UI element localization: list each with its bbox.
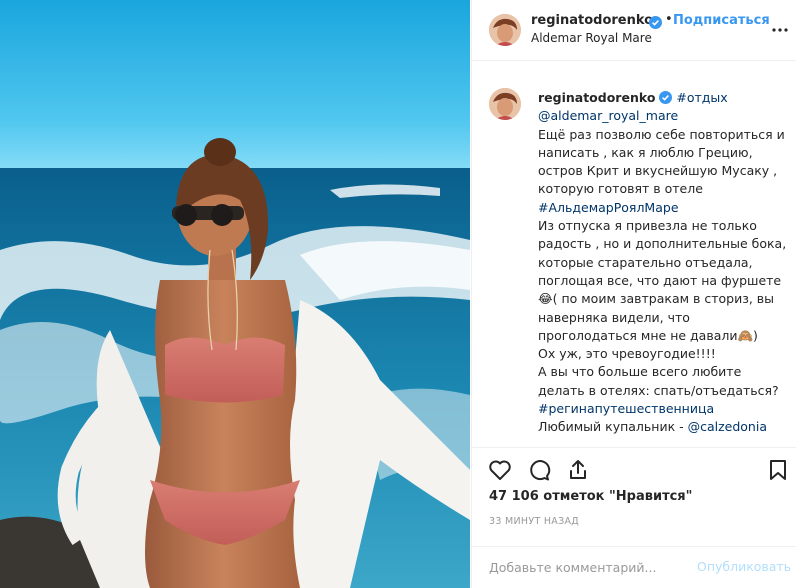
- verified-badge-icon: [649, 14, 662, 29]
- post-timestamp[interactable]: 33 МИНУТ НАЗАД: [489, 516, 579, 527]
- caption-avatar[interactable]: [489, 88, 521, 120]
- avatar[interactable]: [489, 14, 521, 46]
- comment-input[interactable]: [489, 557, 689, 577]
- caption-paragraph-3: Ох уж, это чревоугодие!!!!: [538, 346, 716, 362]
- separator-dot: •: [665, 12, 673, 27]
- mention-link-brand[interactable]: @calzedonia: [688, 419, 767, 434]
- post-details-panel: reginatodorenko • Подписаться Aldemar Ro…: [471, 0, 796, 588]
- post-location[interactable]: Aldemar Royal Mare: [531, 31, 652, 45]
- post-caption: reginatodorenko #отдых @aldemar_royal_ma…: [538, 89, 788, 437]
- post-username[interactable]: reginatodorenko: [531, 13, 653, 28]
- caption-paragraph-4: А вы что больше всего любите делать в от…: [538, 364, 779, 398]
- caption-username[interactable]: reginatodorenko: [538, 90, 655, 105]
- hashtag-link[interactable]: #отдых: [676, 90, 727, 105]
- comment-icon[interactable]: [526, 457, 552, 483]
- verified-badge-icon: [659, 91, 673, 104]
- more-options-icon[interactable]: [772, 22, 788, 38]
- likes-count[interactable]: 47 106 отметок "Нравится": [489, 489, 692, 504]
- add-comment-bar: Опубликовать: [472, 546, 796, 588]
- hashtag-link-travel[interactable]: #регинапутешественница: [538, 400, 788, 418]
- caption-paragraph: Ещё раз позволю себе повториться и напис…: [538, 126, 785, 197]
- share-icon[interactable]: [565, 457, 591, 483]
- publish-button[interactable]: Опубликовать: [697, 559, 791, 574]
- beach-photo-illustration: [0, 0, 470, 588]
- hashtag-link-hotel[interactable]: #АльдемарРоялМаре: [538, 200, 679, 215]
- caption-swimsuit-line: Любимый купальник - @calzedonia: [538, 418, 788, 436]
- post-photo[interactable]: [0, 0, 470, 588]
- caption-paragraph-2: Из отпуска я привезла не только радость …: [538, 218, 787, 343]
- post-header: reginatodorenko • Подписаться Aldemar Ro…: [472, 0, 796, 61]
- comments-section[interactable]: reginatodorenko #отдых @aldemar_royal_ma…: [472, 61, 796, 447]
- swimsuit-prefix: Любимый купальник -: [538, 419, 688, 435]
- mention-link-hotel[interactable]: @aldemar_royal_mare: [538, 107, 788, 125]
- action-bar: [472, 447, 796, 487]
- bookmark-icon[interactable]: [765, 457, 791, 483]
- heart-icon[interactable]: [487, 457, 513, 483]
- caption-text-1: Ещё раз позволю себе повториться и напис…: [538, 126, 788, 217]
- follow-button[interactable]: Подписаться: [673, 13, 770, 28]
